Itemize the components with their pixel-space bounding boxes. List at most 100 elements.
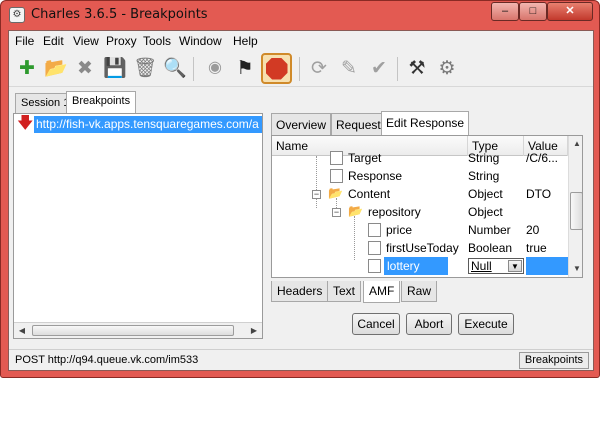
- scroll-left-arrow-icon[interactable]: ◀: [14, 323, 30, 339]
- row-type: String: [468, 169, 500, 183]
- scroll-down-arrow-icon[interactable]: ▼: [569, 261, 582, 277]
- settings-gear-icon[interactable]: ⚙: [433, 54, 461, 82]
- row-value: true: [526, 241, 547, 255]
- body-view-tabs: Headers Text AMF Raw: [271, 281, 583, 303]
- minimize-button[interactable]: –: [491, 2, 519, 21]
- menu-file[interactable]: File: [15, 34, 34, 48]
- toolbar: ✚ 📂 ✖ 💾 🗑 🔍 ◉ ⚑ ⟳ ✎ ✔ ⚒ ⚙: [9, 51, 593, 87]
- row-type: Object: [468, 205, 503, 219]
- collapse-toggle-icon[interactable]: −: [312, 190, 321, 199]
- new-session-icon[interactable]: ✚: [13, 54, 41, 82]
- menu-bar: File Edit View Proxy Tools Window Help: [9, 31, 593, 51]
- client-area: File Edit View Proxy Tools Window Help ✚…: [8, 30, 594, 371]
- row-name: Content: [348, 187, 391, 201]
- repeat-icon[interactable]: ⟳: [305, 54, 333, 82]
- tools-icon[interactable]: ⚒: [403, 54, 431, 82]
- horizontal-scrollbar[interactable]: ◀ ▶: [14, 322, 262, 338]
- clear-session-icon[interactable]: 🗑: [131, 54, 159, 82]
- row-name: lottery: [384, 257, 448, 275]
- table-row-selected[interactable]: lottery Null ▼: [272, 257, 568, 275]
- record-icon[interactable]: ◉: [201, 54, 229, 82]
- maximize-button[interactable]: □: [519, 2, 547, 21]
- breakpoint-arrow-icon: 🡇: [17, 115, 34, 132]
- close-button[interactable]: ✕: [547, 2, 593, 21]
- cancel-button[interactable]: Cancel: [352, 313, 400, 335]
- row-name: firstUseToday: [386, 241, 459, 255]
- row-type: String: [468, 151, 500, 165]
- menu-window[interactable]: Window: [179, 34, 222, 48]
- scrollbar-thumb[interactable]: [32, 325, 234, 336]
- tree-url-label[interactable]: http://fish-vk.apps.tensquaregames.com/a: [34, 116, 262, 133]
- menu-edit[interactable]: Edit: [43, 34, 64, 48]
- menu-tools[interactable]: Tools: [143, 34, 171, 48]
- row-type: Boolean: [468, 241, 513, 255]
- row-value: /C/6...: [526, 151, 559, 165]
- vertical-scrollbar[interactable]: ▲ ▼: [568, 136, 582, 277]
- menu-proxy[interactable]: Proxy: [106, 34, 137, 48]
- table-row[interactable]: price Number 20: [272, 221, 568, 239]
- tab-breakpoints[interactable]: Breakpoints: [66, 91, 137, 113]
- row-name: price: [386, 223, 413, 237]
- scroll-right-arrow-icon[interactable]: ▶: [246, 323, 262, 339]
- toolbar-separator: [193, 57, 194, 81]
- table-row[interactable]: Target String /C/6...: [272, 149, 568, 167]
- tab-raw[interactable]: Raw: [401, 281, 438, 302]
- charles-app-icon: ⚙: [9, 7, 25, 23]
- row-value[interactable]: [526, 257, 568, 275]
- table-row[interactable]: Response String: [272, 167, 568, 185]
- row-name: Response: [348, 169, 403, 183]
- execute-button[interactable]: Execute: [458, 313, 514, 335]
- file-icon: [368, 241, 381, 255]
- menu-view[interactable]: View: [73, 34, 99, 48]
- throttle-flag-icon[interactable]: ⚑: [231, 54, 259, 82]
- title-bar[interactable]: ⚙ Charles 3.6.5 - Breakpoints – □ ✕: [1, 1, 599, 29]
- find-icon[interactable]: 🔍: [161, 54, 189, 82]
- file-icon: [330, 169, 343, 183]
- type-select[interactable]: Null ▼: [468, 258, 524, 274]
- toolbar-separator: [299, 57, 300, 81]
- file-icon: [368, 259, 381, 273]
- table-row[interactable]: − 📂 Content Object DTO: [272, 185, 568, 203]
- tree-row[interactable]: 🡇 http://fish-vk.apps.tensquaregames.com…: [16, 116, 262, 133]
- row-name: Target: [348, 151, 382, 165]
- status-breakpoints-button[interactable]: Breakpoints: [518, 352, 589, 369]
- amf-tree-table: Name Type Value Target String /C/6... Re…: [271, 135, 583, 278]
- folder-icon: 📂: [348, 204, 363, 218]
- table-row[interactable]: − 📂 repository Object: [272, 203, 568, 221]
- edit-icon[interactable]: ✎: [335, 54, 363, 82]
- collapse-toggle-icon[interactable]: −: [332, 208, 341, 217]
- chevron-down-icon[interactable]: ▼: [508, 260, 522, 272]
- row-value: DTO: [526, 187, 552, 201]
- folder-icon: 📂: [328, 186, 343, 200]
- row-type: Object: [468, 187, 503, 201]
- table-row[interactable]: firstUseToday Boolean true: [272, 239, 568, 257]
- scroll-up-arrow-icon[interactable]: ▲: [569, 136, 582, 152]
- row-name: repository: [368, 205, 421, 219]
- app-window: ⚙ Charles 3.6.5 - Breakpoints – □ ✕ File…: [0, 0, 600, 378]
- menu-help[interactable]: Help: [233, 34, 258, 48]
- detail-panel: Overview Request Edit Response Name Type…: [267, 109, 591, 343]
- validate-icon[interactable]: ✔: [365, 54, 393, 82]
- row-value: 20: [526, 223, 540, 237]
- close-session-icon[interactable]: ✖: [71, 54, 99, 82]
- window-title: Charles 3.6.5 - Breakpoints: [31, 7, 208, 22]
- row-type: Number: [468, 223, 511, 237]
- save-session-icon[interactable]: 💾: [101, 54, 129, 82]
- tab-request[interactable]: Request: [331, 113, 386, 135]
- open-session-icon[interactable]: 📂: [42, 54, 70, 82]
- file-icon: [368, 223, 381, 237]
- abort-button[interactable]: Abort: [406, 313, 452, 335]
- tab-text[interactable]: Text: [327, 281, 362, 302]
- status-bar: POST http://q94.queue.vk.com/im533 Break…: [9, 349, 593, 371]
- status-text: POST http://q94.queue.vk.com/im533: [15, 354, 199, 366]
- tab-edit-response[interactable]: Edit Response: [381, 111, 470, 135]
- type-select-value: Null: [471, 259, 492, 273]
- tab-amf[interactable]: AMF: [363, 281, 401, 303]
- breakpoints-stop-icon[interactable]: [261, 53, 292, 84]
- tab-headers[interactable]: Headers: [271, 281, 329, 302]
- scrollbar-thumb[interactable]: [570, 192, 582, 230]
- file-icon: [330, 151, 343, 165]
- structure-tree-panel: 🡇 http://fish-vk.apps.tensquaregames.com…: [13, 113, 263, 339]
- tab-overview[interactable]: Overview: [271, 113, 332, 135]
- toolbar-separator: [397, 57, 398, 81]
